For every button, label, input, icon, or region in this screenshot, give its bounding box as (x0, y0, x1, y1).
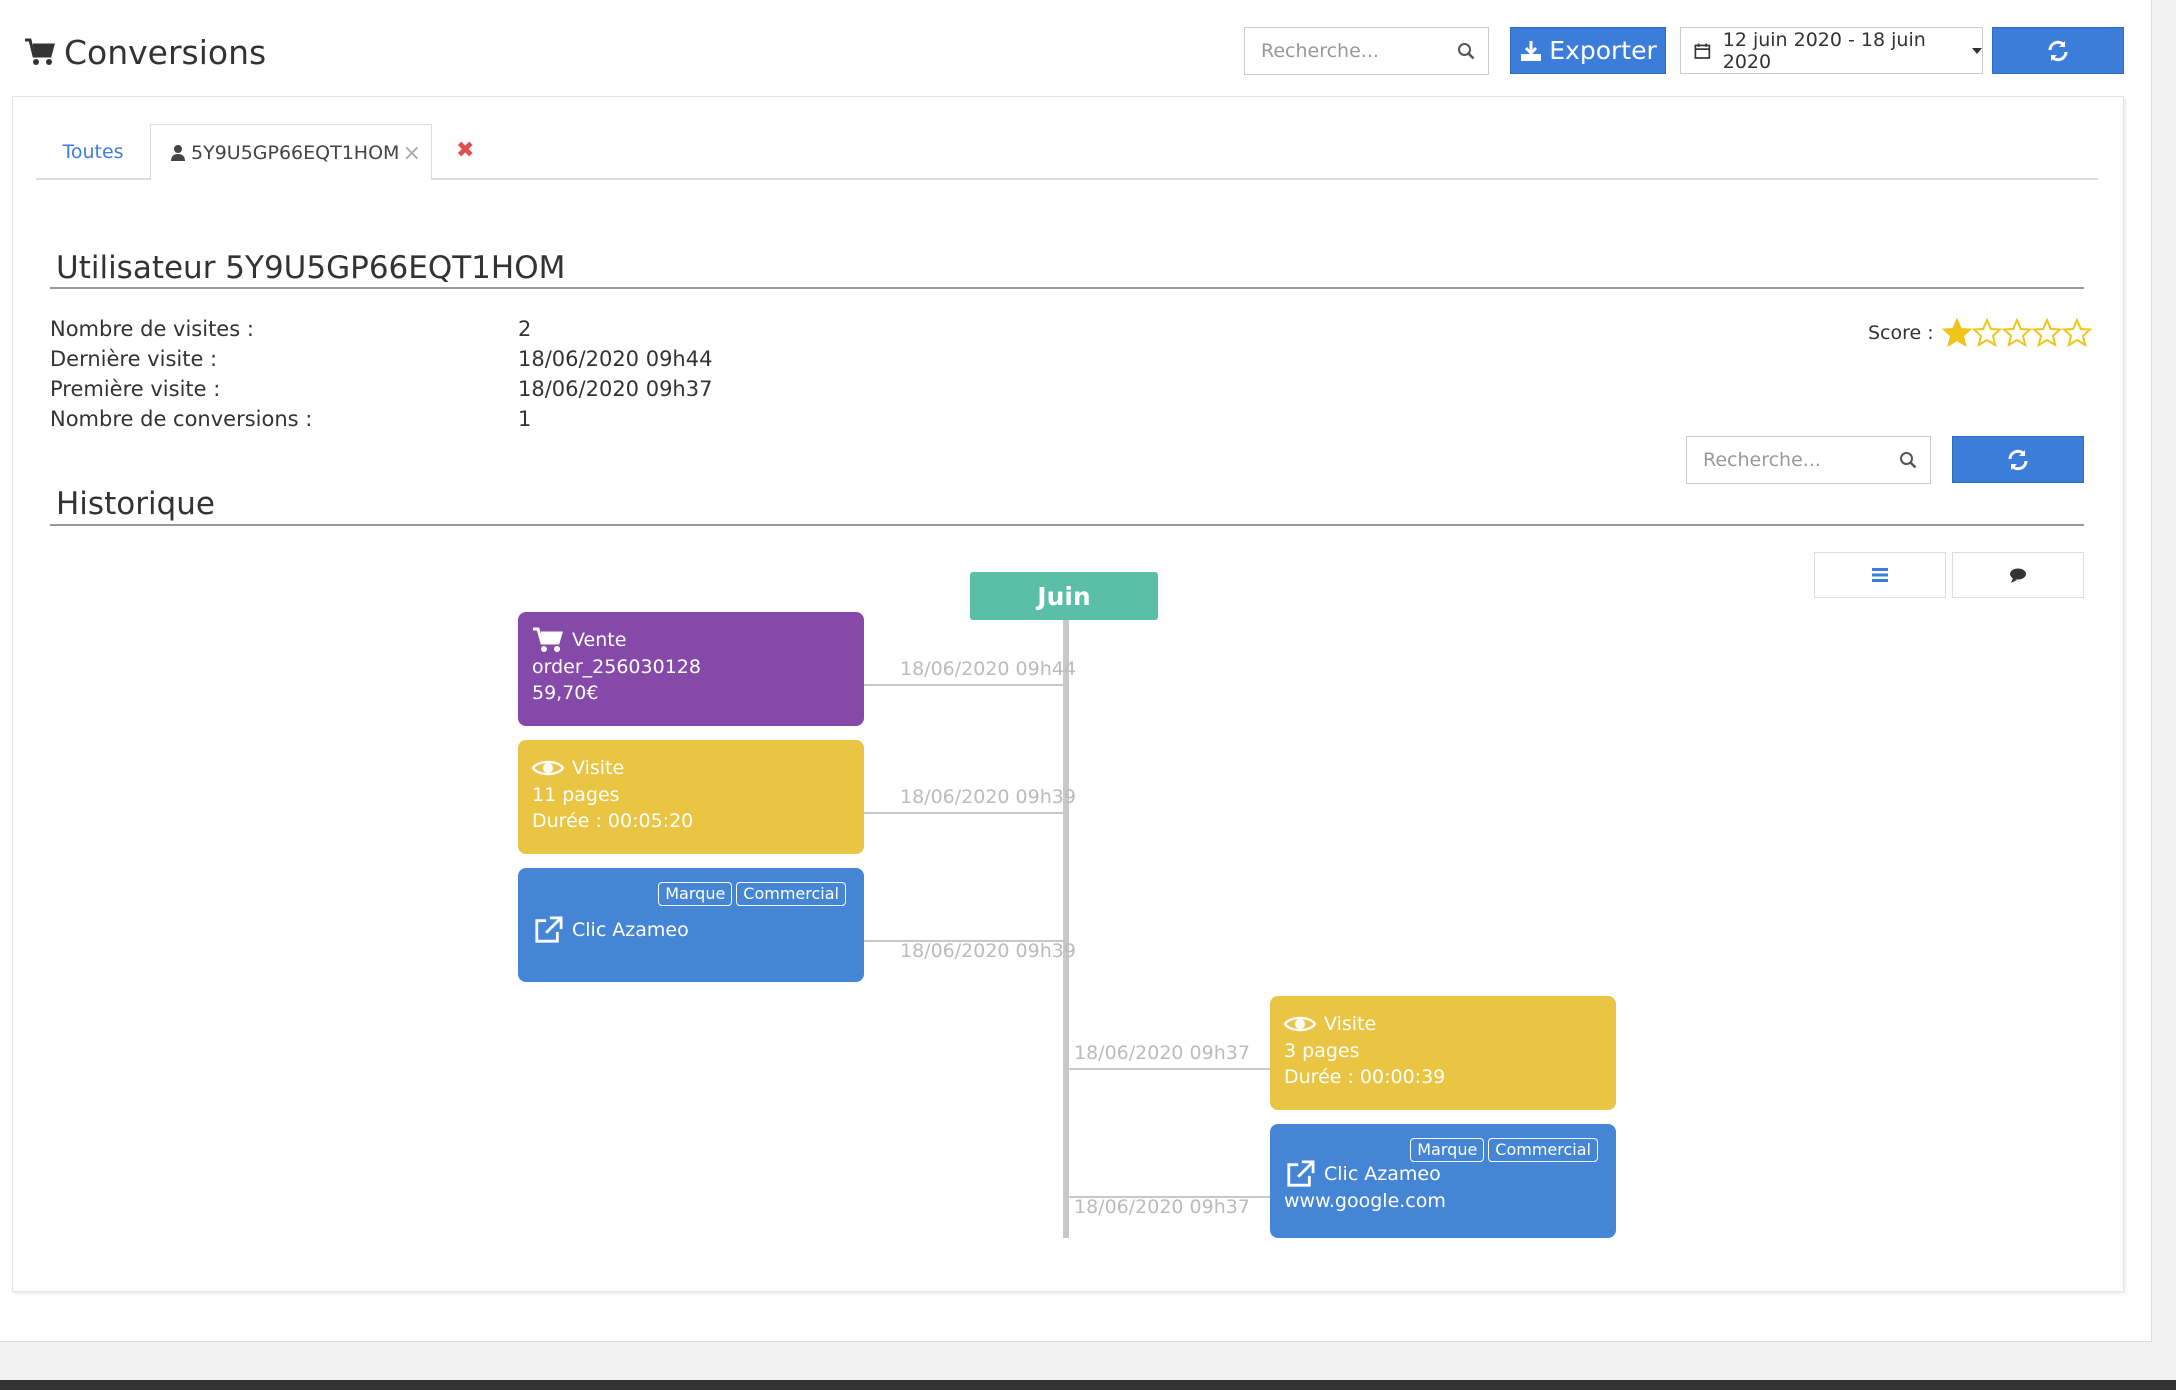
event-duration: Durée : 00:05:20 (532, 810, 694, 832)
timeline-connector (1068, 1068, 1270, 1070)
event-type: Visite (572, 757, 625, 779)
close-tab-icon[interactable]: × (403, 141, 421, 166)
history-refresh-button[interactable] (1952, 436, 2084, 483)
eye-icon (1284, 1016, 1316, 1032)
event-card-sale[interactable]: Vente order_256030128 59,70€ (518, 612, 864, 726)
month-badge: Juin (970, 572, 1158, 620)
calendar-icon (1694, 43, 1711, 59)
star-empty-icon (2061, 318, 2092, 348)
list-icon (1872, 568, 1888, 582)
timeline-connector (864, 684, 1064, 686)
first-visit-value: 18/06/2020 09h37 (518, 377, 713, 401)
close-all-tabs-icon[interactable]: ✖ (456, 138, 474, 163)
eye-icon (532, 760, 564, 776)
tab-user[interactable]: 5Y9U5GP66EQT1HOM × (150, 124, 432, 180)
page-title: Conversions (24, 28, 266, 76)
event-card-click[interactable]: Marque Commercial Clic Azameo (518, 868, 864, 982)
export-label: Exporter (1549, 36, 1657, 65)
event-timestamp: 18/06/2020 09h44 (900, 658, 1076, 680)
event-tag: Commercial (736, 882, 846, 906)
conversions-count-label: Nombre de conversions : (50, 407, 313, 431)
event-order-id: order_256030128 (532, 656, 701, 678)
page-title-text: Conversions (64, 32, 267, 72)
history-section-divider (50, 524, 2084, 526)
event-tag: Commercial (1488, 1138, 1598, 1162)
event-pages: 3 pages (1284, 1040, 1360, 1062)
event-pages: 11 pages (532, 784, 620, 806)
event-source: www.google.com (1284, 1190, 1446, 1212)
score-label: Score : (1868, 322, 1934, 344)
history-search-input[interactable]: Recherche... (1686, 436, 1931, 484)
tab-all[interactable]: Toutes (36, 124, 150, 179)
search-icon[interactable] (1444, 42, 1488, 60)
timeline-axis (1063, 618, 1069, 1238)
event-type: Clic Azameo (572, 919, 689, 941)
user-icon (171, 145, 185, 161)
date-range-text: 12 juin 2020 - 18 juin 2020 (1722, 28, 1926, 73)
refresh-icon (2008, 449, 2028, 470)
event-amount: 59,70€ (532, 682, 599, 704)
event-card-visit[interactable]: Visite 3 pages Durée : 00:00:39 (1270, 996, 1616, 1110)
refresh-button[interactable] (1992, 27, 2124, 74)
event-timestamp: 18/06/2020 09h37 (1074, 1042, 1250, 1064)
star-empty-icon (2031, 318, 2062, 348)
footer-bar (0, 1380, 2176, 1390)
event-tag: Marque (658, 882, 733, 906)
event-duration: Durée : 00:00:39 (1284, 1066, 1446, 1088)
external-link-icon (1287, 1160, 1315, 1187)
history-section-title: Historique (56, 486, 215, 522)
star-empty-icon (1971, 318, 2002, 348)
list-view-button[interactable] (1814, 552, 1946, 598)
event-card-click[interactable]: Marque Commercial Clic Azameo www.google… (1270, 1124, 1616, 1238)
event-timestamp: 18/06/2020 09h37 (1074, 1196, 1250, 1218)
chevron-down-icon (1972, 47, 1982, 54)
event-type: Vente (572, 629, 627, 651)
score-rating: Score : (1868, 318, 2092, 348)
event-card-visit[interactable]: Visite 11 pages Durée : 00:05:20 (518, 740, 864, 854)
comment-icon (2010, 568, 2026, 583)
search-input[interactable]: Recherche... (1244, 27, 1489, 75)
user-section-title: Utilisateur 5Y9U5GP66EQT1HOM (56, 250, 566, 286)
date-range-picker[interactable]: 12 juin 2020 - 18 juin 2020 (1680, 27, 1983, 74)
search-icon[interactable] (1886, 451, 1930, 469)
download-icon (1521, 40, 1542, 61)
refresh-icon (2048, 40, 2068, 61)
event-tag: Marque (1410, 1138, 1485, 1162)
event-type: Visite (1324, 1013, 1377, 1035)
cart-icon (533, 627, 564, 652)
comments-view-button[interactable] (1952, 552, 2084, 598)
star-empty-icon (2001, 318, 2032, 348)
first-visit-label: Première visite : (50, 377, 221, 401)
last-visit-value: 18/06/2020 09h44 (518, 347, 713, 371)
visits-count-value: 2 (518, 317, 532, 341)
event-timestamp: 18/06/2020 09h39 (900, 786, 1076, 808)
cart-icon (25, 38, 55, 65)
visits-count-label: Nombre de visites : (50, 317, 254, 341)
event-timestamp: 18/06/2020 09h39 (900, 940, 1076, 962)
search-placeholder: Recherche... (1261, 40, 1379, 62)
event-type: Clic Azameo (1324, 1163, 1441, 1185)
conversions-count-value: 1 (518, 407, 532, 431)
user-section-divider (50, 287, 2084, 289)
export-button[interactable]: Exporter (1510, 27, 1666, 74)
timeline-connector (864, 812, 1064, 814)
last-visit-label: Dernière visite : (50, 347, 218, 371)
external-link-icon (535, 916, 563, 943)
score-stars (1941, 318, 2092, 348)
history-search-placeholder: Recherche... (1703, 449, 1821, 471)
star-filled-icon (1941, 318, 1972, 348)
tab-user-label: 5Y9U5GP66EQT1HOM (191, 141, 400, 164)
